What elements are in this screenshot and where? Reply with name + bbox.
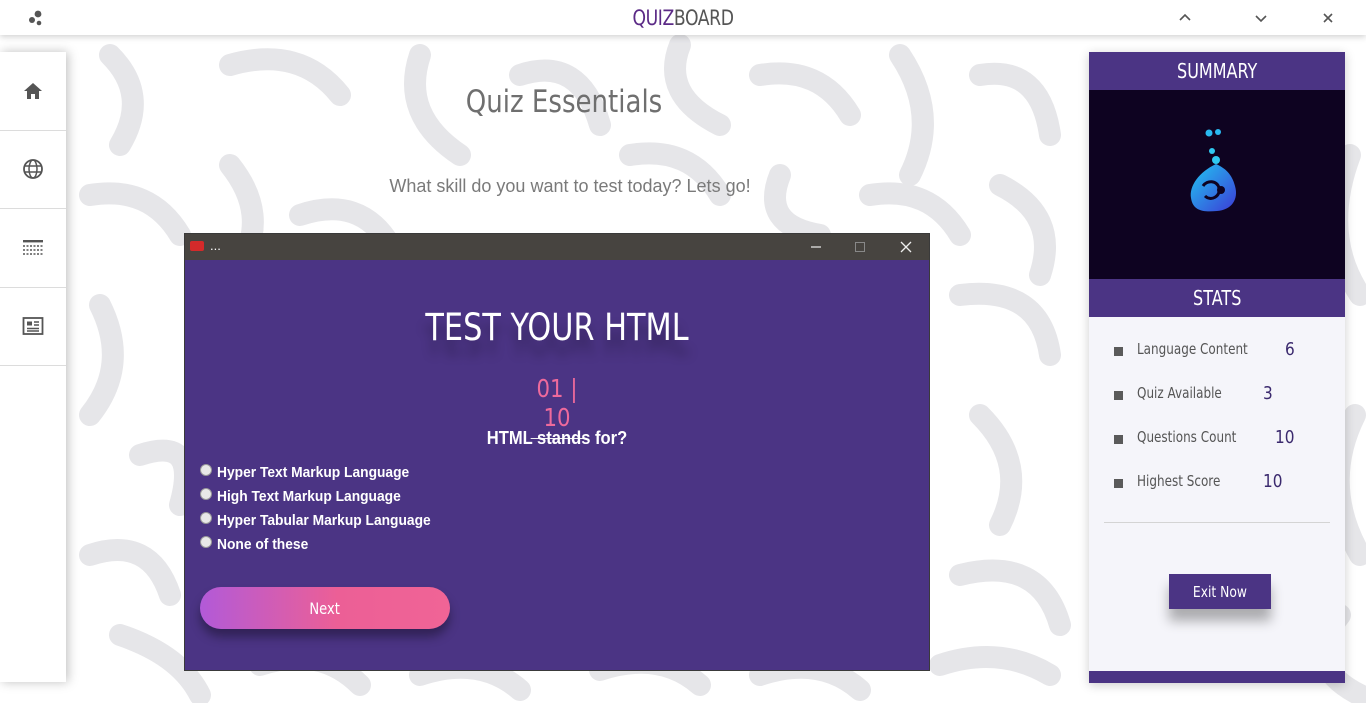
answer-option[interactable]: None of these: [200, 532, 449, 556]
stat-label: Highest Score: [1137, 472, 1221, 490]
page-subtitle: What skill do you want to test today? Le…: [389, 176, 751, 196]
nav-item-globe[interactable]: [0, 131, 66, 209]
option-label: Hyper Text Markup Language: [217, 463, 410, 481]
stats-list: Language Content 6 Quiz Available 3 Ques…: [1089, 317, 1345, 511]
question-text: HTML stands for?: [486, 428, 628, 448]
option-label: None of these: [217, 535, 309, 553]
minimize-icon[interactable]: [805, 237, 827, 257]
nav-item-list[interactable]: [0, 209, 66, 288]
summary-footer-bar: [1089, 671, 1345, 683]
stat-label: Questions Count: [1137, 428, 1237, 446]
exit-button-label: Exit Now: [1193, 582, 1247, 601]
exit-button[interactable]: Exit Now: [1169, 574, 1271, 609]
page-title: Quiz Essentials: [465, 84, 663, 120]
globe-icon: [23, 159, 43, 180]
stat-value: 6: [1285, 339, 1295, 360]
list-icon: [23, 239, 43, 255]
chevron-up-icon[interactable]: [1174, 7, 1196, 29]
radio-button[interactable]: [200, 464, 212, 476]
summary-panel: SUMMARY STATS Language Content 6 Quiz Av…: [1089, 52, 1345, 683]
stat-row: Questions Count 10: [1089, 423, 1345, 467]
stat-bullet: [1114, 391, 1123, 400]
radio-button[interactable]: [200, 536, 212, 548]
home-icon: [24, 82, 42, 99]
stat-value: 10: [1263, 471, 1283, 492]
stat-value: 3: [1263, 383, 1273, 404]
divider: [1104, 522, 1330, 523]
chevron-down-icon[interactable]: [1250, 7, 1272, 29]
option-label: High Text Markup Language: [217, 487, 401, 505]
summary-heading: SUMMARY: [1089, 52, 1345, 90]
stat-row: Highest Score 10: [1089, 467, 1345, 511]
stat-label: Quiz Available: [1137, 384, 1222, 402]
quiz-window-titlebar: ...: [185, 234, 929, 260]
stats-heading-text: STATS: [1192, 286, 1242, 310]
brand-board: BOARD: [673, 6, 734, 30]
summary-illustration: [1089, 90, 1345, 279]
stats-heading: STATS: [1089, 279, 1345, 317]
quiz-window-title: ...: [210, 238, 221, 253]
quiz-heading: TEST YOUR HTML: [425, 306, 689, 349]
stat-row: Language Content 6: [1089, 335, 1345, 379]
close-icon[interactable]: [895, 237, 917, 257]
stat-bullet: [1114, 479, 1123, 488]
brand-quiz: QUIZ: [632, 6, 674, 30]
newspaper-icon: [22, 317, 44, 336]
radio-button[interactable]: [200, 512, 212, 524]
answer-option[interactable]: High Text Markup Language: [200, 484, 449, 508]
maximize-icon[interactable]: [849, 237, 871, 257]
stat-value: 10: [1275, 427, 1295, 448]
nav-item-home[interactable]: [0, 52, 66, 131]
stat-bullet: [1114, 435, 1123, 444]
app-window-icon: [190, 241, 204, 251]
radio-button[interactable]: [200, 488, 212, 500]
answer-option[interactable]: Hyper Tabular Markup Language: [200, 508, 449, 532]
next-button-label: Next: [309, 598, 341, 618]
option-label: Hyper Tabular Markup Language: [217, 511, 431, 529]
answer-options: Hyper Text Markup Language High Text Mar…: [200, 460, 449, 556]
app-brand: QUIZBOARD: [123, 6, 1243, 30]
stat-bullet: [1114, 347, 1123, 356]
answer-option[interactable]: Hyper Text Markup Language: [200, 460, 449, 484]
quiz-window: ... TEST YOUR HTML 01 | 10 HTML stands f…: [184, 233, 930, 671]
droplet-illustration: [1190, 129, 1237, 212]
left-nav: [0, 52, 66, 682]
stat-row: Quiz Available 3: [1089, 379, 1345, 423]
dots-logo-icon: [29, 10, 42, 26]
summary-heading-text: SUMMARY: [1176, 59, 1258, 83]
close-icon[interactable]: [1317, 7, 1339, 29]
app-titlebar: QUIZBOARD: [0, 0, 1366, 35]
stat-label: Language Content: [1137, 340, 1248, 358]
next-button[interactable]: Next: [200, 587, 450, 629]
nav-item-news[interactable]: [0, 288, 66, 366]
